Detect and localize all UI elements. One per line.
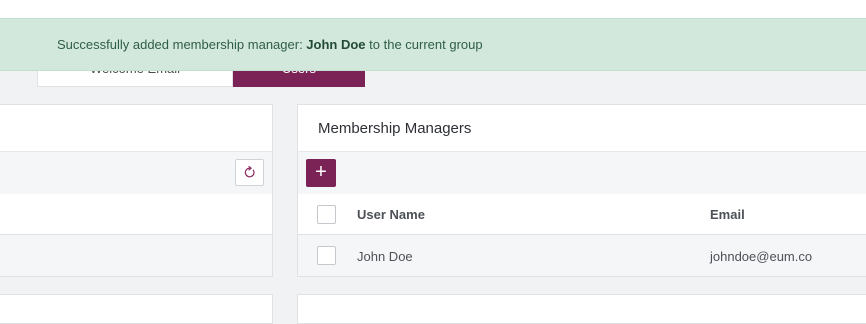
left-panel	[0, 104, 273, 277]
row-email: johndoe@eum.co	[710, 249, 813, 264]
select-all-checkbox[interactable]	[317, 205, 336, 224]
toast-user-name: John Doe	[306, 37, 366, 52]
right-bottom-panel	[297, 294, 866, 324]
refresh-icon	[244, 166, 255, 178]
top-bar	[0, 0, 866, 18]
panel-title: Membership Managers	[318, 120, 472, 137]
left-panel-header	[0, 105, 272, 152]
membership-managers-panel: Membership Managers + User Name Email Jo…	[297, 104, 866, 277]
plus-icon: +	[315, 161, 327, 183]
row-checkbox[interactable]	[317, 246, 336, 265]
membership-managers-toolbar: +	[298, 152, 866, 194]
toast-prefix: Successfully added membership manager:	[57, 37, 307, 52]
column-header-user-name[interactable]: User Name	[357, 207, 425, 222]
left-panel-toolbar	[0, 152, 272, 194]
row-user-name: John Doe	[357, 249, 413, 264]
refresh-button[interactable]	[235, 159, 264, 186]
column-header-email[interactable]: Email	[710, 207, 745, 222]
success-toast: Successfully added membership manager: J…	[0, 18, 866, 71]
left-bottom-panel	[0, 294, 273, 324]
table-header: User Name Email	[298, 194, 866, 235]
table-row[interactable]: John Doe johndoe@eum.co	[298, 235, 866, 276]
left-table-header	[0, 194, 272, 235]
add-manager-button[interactable]: +	[306, 159, 336, 187]
toast-suffix: to the current group	[365, 37, 483, 52]
left-table-row	[0, 235, 272, 276]
membership-managers-header: Membership Managers	[298, 105, 866, 152]
